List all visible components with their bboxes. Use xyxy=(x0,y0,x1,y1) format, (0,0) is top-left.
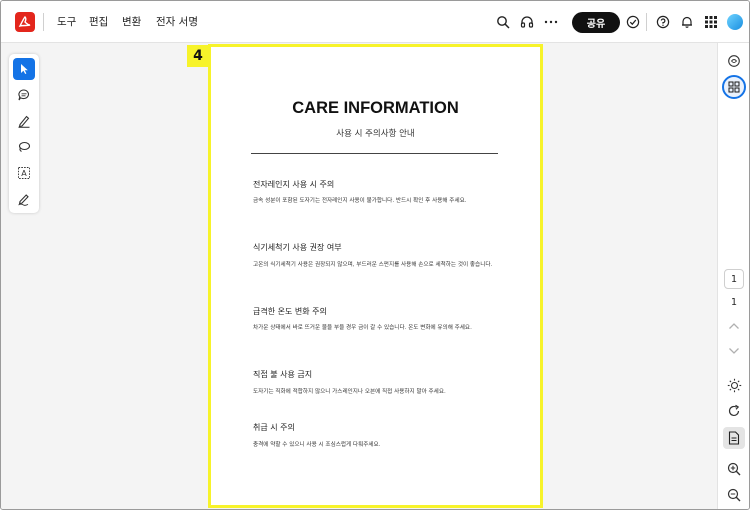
total-pages: 1 xyxy=(730,297,738,308)
current-page-input[interactable]: 1 xyxy=(724,269,744,289)
divider xyxy=(43,13,44,31)
more-icon[interactable] xyxy=(541,12,561,32)
section-body: 도자기는 직화에 적합하지 않으니 가스레인지나 오븐에 직접 사용하지 말아 … xyxy=(253,389,446,395)
section-heading: 급격한 온도 변화 주의 xyxy=(253,307,327,316)
section-body: 차가운 상태에서 바로 뜨거운 물을 부을 경우 금이 갈 수 있습니다. 온도… xyxy=(253,325,472,331)
section-heading: 직접 불 사용 금지 xyxy=(253,370,313,379)
section-body: 고온의 식기세척기 사용은 권장되지 않으며, 부드러운 스펀지를 사용해 손으… xyxy=(253,262,493,268)
comment-icon[interactable] xyxy=(13,84,35,106)
section-heading: 식기세척기 사용 권장 여부 xyxy=(253,243,342,252)
sign-icon[interactable] xyxy=(13,188,35,210)
menu-edit[interactable]: 편집 xyxy=(89,14,108,29)
profile-icon[interactable] xyxy=(725,12,745,32)
menu-tools[interactable]: 도구 xyxy=(57,14,76,29)
divider xyxy=(646,13,647,31)
section-heading: 취급 시 주의 xyxy=(253,423,295,432)
tool-palette: A xyxy=(9,54,39,213)
svg-text:A: A xyxy=(21,169,27,178)
document-icon[interactable] xyxy=(723,427,745,449)
section-body: 충격에 약할 수 있으니 사용 시 조심스럽게 다뤄주세요. xyxy=(253,442,381,448)
headphones-icon[interactable] xyxy=(517,12,537,32)
lasso-icon[interactable] xyxy=(13,136,35,158)
select-icon[interactable] xyxy=(13,58,35,80)
page-title: CARE INFORMATION xyxy=(292,99,459,117)
apps-grid-icon[interactable] xyxy=(701,12,721,32)
page-subtitle: 사용 시 주의사항 안내 xyxy=(336,129,415,139)
check-circle-icon[interactable] xyxy=(623,12,643,32)
title-divider xyxy=(251,153,498,154)
thumbnails-icon[interactable] xyxy=(722,75,746,99)
acrobat-logo-icon[interactable] xyxy=(15,12,35,32)
document-page[interactable]: CARE INFORMATION 사용 시 주의사항 안내 전자레인지 사용 시… xyxy=(211,47,540,505)
zoom-in-icon[interactable] xyxy=(725,460,743,478)
rotate-icon[interactable] xyxy=(725,402,743,420)
top-toolbar: 도구 편집 변환 전자 서명 공유 xyxy=(1,1,749,43)
page-up-icon[interactable] xyxy=(725,317,743,335)
text-select-icon[interactable]: A xyxy=(13,162,35,184)
ai-assistant-icon[interactable] xyxy=(725,52,743,70)
share-button[interactable]: 공유 xyxy=(572,12,620,33)
app-window: 도구 편집 변환 전자 서명 공유 A CARE INFORMATION 사용 … xyxy=(0,0,750,510)
bell-icon[interactable] xyxy=(677,12,697,32)
menu-convert[interactable]: 변환 xyxy=(122,14,141,29)
search-icon[interactable] xyxy=(493,12,513,32)
zoom-out-icon[interactable] xyxy=(725,486,743,504)
page-down-icon[interactable] xyxy=(725,342,743,360)
help-icon[interactable] xyxy=(653,12,673,32)
section-body: 금속 성분이 포함된 도자기는 전자레인지 사용이 불가합니다. 반드시 확인 … xyxy=(253,198,467,204)
highlight-pen-icon[interactable] xyxy=(13,110,35,132)
brightness-icon[interactable] xyxy=(725,376,743,394)
page-number-badge: 4 xyxy=(187,45,209,67)
section-heading: 전자레인지 사용 시 주의 xyxy=(253,180,335,189)
menu-esign[interactable]: 전자 서명 xyxy=(156,14,198,29)
